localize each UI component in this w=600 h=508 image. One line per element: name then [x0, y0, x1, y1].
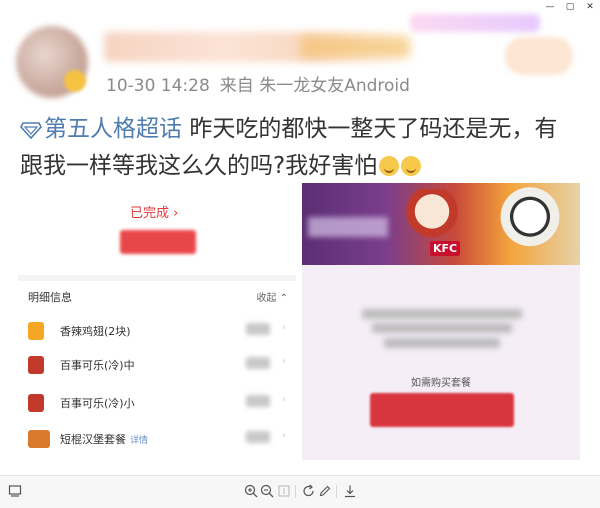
collapse-label: 收起 ⌃ — [256, 293, 288, 304]
character-illustration — [500, 187, 560, 253]
post-body: 第五人格超话 昨天吃的都快一整天了码还是无，有跟我一样等我这么久的吗?我好害怕 — [20, 112, 580, 183]
topic-link[interactable]: 第五人格超话 — [44, 116, 182, 142]
item-name: 百事可乐(冷)小 — [60, 397, 135, 410]
item-name: 香辣鸡翅(2块) — [60, 325, 131, 338]
chevron-right-icon: › — [282, 430, 286, 441]
actual-size-icon[interactable] — [277, 484, 291, 498]
chevron-right-icon: › — [282, 322, 286, 333]
zoom-in-icon[interactable] — [244, 484, 258, 498]
sweat-smile-emoji-icon — [401, 156, 422, 176]
blurred-price — [246, 323, 270, 335]
blurred-text-line — [362, 309, 522, 319]
section-divider — [18, 275, 296, 281]
avatar-badge — [64, 70, 86, 92]
wings-icon — [28, 322, 44, 340]
order-screenshot[interactable]: 已完成 › 明细信息 收起 ⌃ 香辣鸡翅(2块) › 百事可乐(冷)中 › 百事… — [18, 183, 296, 460]
list-item: 百事可乐(冷)小 › — [28, 387, 290, 421]
list-item: 百事可乐(冷)中 › — [28, 349, 290, 383]
post-meta: 10-30 14:28 来自 朱一龙女友Android — [106, 71, 420, 96]
post-source: 来自 朱一龙女友Android — [219, 76, 410, 96]
list-item: 短棍汉堡套餐 详情 › — [28, 423, 290, 457]
item-name-text: 短棍汉堡套餐 — [60, 433, 126, 446]
window-controls: — ▢ ✕ — [540, 0, 600, 14]
rotate-icon[interactable] — [302, 484, 316, 498]
kfc-promo-screenshot[interactable]: KFC 如需购买套餐 — [302, 183, 580, 460]
detail-header: 明细信息 — [28, 291, 72, 304]
kfc-banner: KFC — [302, 183, 580, 265]
blurred-price — [246, 431, 270, 443]
toolbar-divider — [295, 485, 296, 498]
minimize-button[interactable]: — — [540, 0, 560, 14]
item-name: 短棍汉堡套餐 详情 — [60, 431, 148, 447]
item-name: 百事可乐(冷)中 — [60, 359, 135, 372]
blurred-price — [246, 395, 270, 407]
zoom-out-icon[interactable] — [260, 484, 274, 498]
blurred-red-button — [120, 230, 196, 254]
close-button[interactable]: ✕ — [580, 0, 600, 14]
cola-cup-icon — [28, 356, 44, 374]
post-timestamp: 10-30 14:28 — [106, 76, 210, 96]
post-image: 10-30 14:28 来自 朱一龙女友Android 第五人格超话 昨天吃的都快… — [0, 0, 600, 475]
blurred-decoration — [410, 14, 540, 32]
image-viewer: 10-30 14:28 来自 朱一龙女友Android 第五人格超话 昨天吃的都快… — [0, 0, 600, 508]
sweat-smile-emoji-icon — [379, 156, 400, 176]
blurred-follow-button — [506, 38, 572, 74]
blurred-banner-text — [308, 217, 388, 237]
burger-meal-icon — [28, 430, 50, 448]
edit-icon[interactable] — [318, 484, 332, 498]
toolbar-divider — [336, 485, 337, 498]
download-icon[interactable] — [343, 484, 357, 498]
kfc-logo: KFC — [430, 241, 461, 256]
blurred-user-tag — [300, 36, 410, 58]
order-status-link: 已完成 › — [130, 206, 179, 221]
blurred-price — [246, 357, 270, 369]
chevron-right-icon: › — [282, 394, 286, 405]
viewer-toolbar — [0, 475, 600, 508]
chevron-right-icon: › — [282, 356, 286, 367]
maximize-button[interactable]: ▢ — [560, 0, 580, 14]
blurred-buy-button — [370, 393, 514, 427]
buy-hint-text: 如需购买套餐 — [411, 378, 471, 389]
diamond-icon — [20, 115, 42, 149]
blurred-text-line — [372, 323, 512, 333]
list-item: 香辣鸡翅(2块) › — [28, 315, 290, 349]
blurred-text-line — [384, 338, 500, 348]
screen-icon[interactable] — [8, 484, 22, 498]
character-illustration — [406, 189, 458, 245]
item-detail-link: 详情 — [130, 436, 149, 446]
cola-cup-icon — [28, 394, 44, 412]
